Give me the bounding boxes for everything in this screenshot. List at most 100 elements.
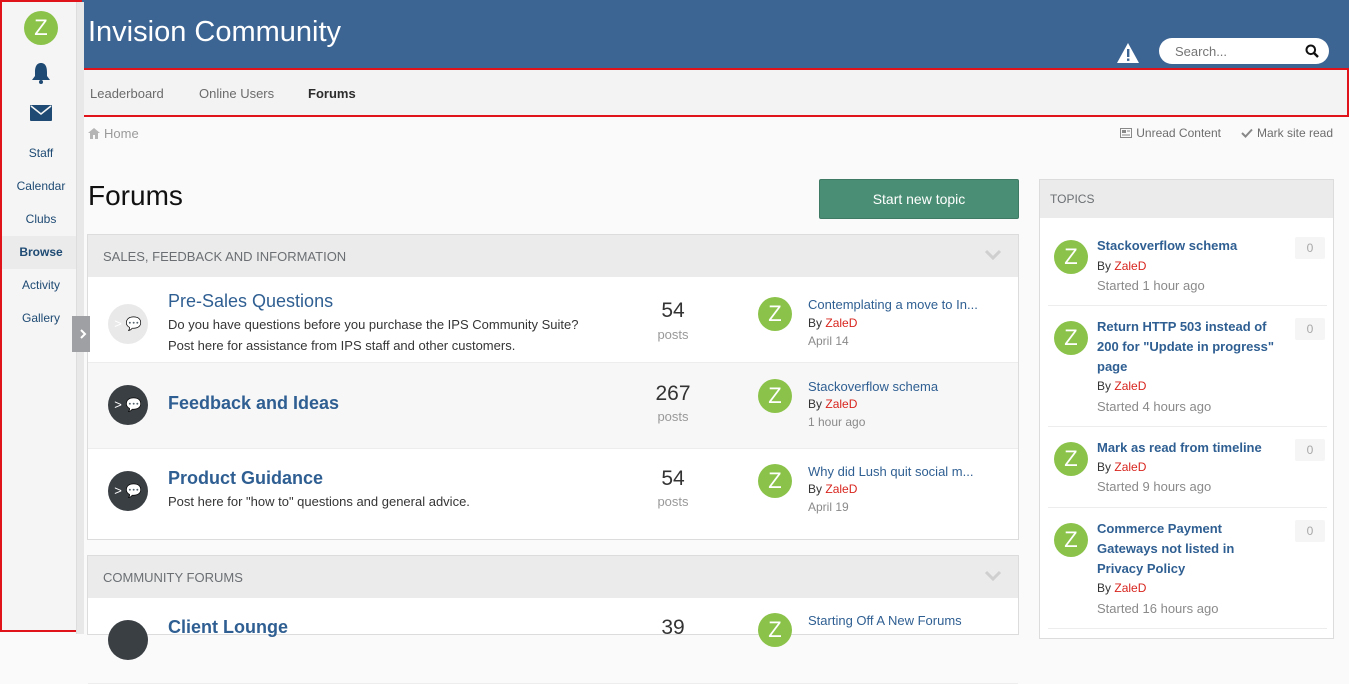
- last-post-date: 1 hour ago: [808, 415, 866, 429]
- last-post-title[interactable]: Stackoverflow schema: [808, 379, 983, 394]
- forum-description: Do you have questions before you purchas…: [168, 317, 579, 353]
- tab-forums[interactable]: Forums: [308, 86, 356, 101]
- tab-online-users[interactable]: Online Users: [199, 86, 274, 101]
- forum-category: SALES, FEEDBACK AND INFORMATION > 💬 Pre-…: [87, 234, 1019, 540]
- reply-count-badge: 0: [1295, 318, 1325, 340]
- topic-author-avatar[interactable]: Z: [1054, 240, 1088, 274]
- unread-content-link[interactable]: Unread Content: [1120, 126, 1221, 140]
- category-title[interactable]: SALES, FEEDBACK AND INFORMATION: [103, 249, 346, 264]
- start-new-topic-button[interactable]: Start new topic: [819, 179, 1019, 219]
- sidebar-toggle-handle[interactable]: [72, 316, 90, 352]
- last-poster-avatar[interactable]: Z: [758, 613, 792, 647]
- search-input[interactable]: [1175, 43, 1295, 59]
- last-post-title[interactable]: Contemplating a move to In...: [808, 297, 983, 312]
- last-poster-avatar[interactable]: Z: [758, 297, 792, 331]
- warning-icon[interactable]: [1116, 42, 1140, 64]
- last-post-title[interactable]: Starting Off A New Forums: [808, 613, 983, 628]
- topic-date: Started 16 hours ago: [1097, 601, 1219, 616]
- topic-author-avatar[interactable]: Z: [1054, 442, 1088, 476]
- last-post-author: By ZaleD: [808, 482, 858, 496]
- forum-unread-icon: [108, 620, 148, 660]
- chevron-down-icon[interactable]: [984, 569, 1002, 583]
- topic-item: Z Commerce Payment Gateways not listed i…: [1048, 508, 1327, 629]
- forum-title[interactable]: Client Lounge: [168, 617, 288, 638]
- author-link[interactable]: ZaleD: [1114, 581, 1146, 595]
- author-link[interactable]: ZaleD: [1114, 259, 1146, 273]
- author-link[interactable]: ZaleD: [1114, 460, 1146, 474]
- last-poster-avatar[interactable]: Z: [758, 464, 792, 498]
- topic-author: By ZaleD: [1097, 379, 1147, 393]
- topics-widget: TOPICS Z Stackoverflow schema By ZaleD S…: [1039, 179, 1334, 639]
- post-count: 267: [655, 382, 691, 405]
- forum-title[interactable]: Feedback and Ideas: [168, 393, 339, 414]
- mark-site-read-link[interactable]: Mark site read: [1241, 126, 1333, 140]
- topic-title[interactable]: Mark as read from timeline: [1097, 438, 1277, 458]
- envelope-icon[interactable]: [29, 101, 53, 125]
- topic-item: Z Mark as read from timeline By ZaleD St…: [1048, 427, 1327, 508]
- author-link[interactable]: ZaleD: [1114, 379, 1146, 393]
- chevron-down-icon[interactable]: [984, 248, 1002, 262]
- topic-date: Started 1 hour ago: [1097, 278, 1205, 293]
- sidebar-item-gallery[interactable]: Gallery: [2, 302, 80, 335]
- posts-label: posts: [657, 494, 689, 509]
- page-title: Forums: [88, 180, 183, 211]
- sidebar-item-browse[interactable]: Browse: [2, 236, 80, 269]
- left-sidebar: Z Staff Calendar Clubs Browse Activity G…: [0, 0, 84, 634]
- topic-date: Started 9 hours ago: [1097, 479, 1212, 494]
- topic-title[interactable]: Return HTTP 503 instead of 200 for "Upda…: [1097, 317, 1277, 377]
- author-link[interactable]: ZaleD: [825, 482, 857, 496]
- last-post-date: April 14: [808, 334, 849, 348]
- forum-description: Post here for "how to" questions and gen…: [168, 494, 470, 509]
- topics-widget-title: TOPICS: [1040, 180, 1333, 218]
- tab-leaderboard[interactable]: Leaderboard: [90, 86, 164, 101]
- forum-unread-icon: > 💬: [108, 385, 148, 425]
- topic-author: By ZaleD: [1097, 460, 1147, 474]
- last-post-title[interactable]: Why did Lush quit social m...: [808, 464, 983, 479]
- search-box[interactable]: [1159, 38, 1329, 64]
- sidebar-item-calendar[interactable]: Calendar: [2, 170, 80, 203]
- topic-date: Started 4 hours ago: [1097, 399, 1212, 414]
- posts-label: posts: [657, 409, 689, 424]
- author-link[interactable]: ZaleD: [825, 316, 857, 330]
- post-count: 54: [661, 467, 685, 490]
- category-header[interactable]: SALES, FEEDBACK AND INFORMATION: [88, 235, 1018, 277]
- post-count: 39: [661, 616, 685, 639]
- user-avatar[interactable]: Z: [24, 11, 58, 45]
- category-header[interactable]: COMMUNITY FORUMS: [88, 556, 1018, 598]
- reply-count-badge: 0: [1295, 237, 1325, 259]
- chevron-right-icon: [80, 329, 87, 339]
- forum-title[interactable]: Product Guidance: [168, 468, 323, 489]
- breadcrumb: Home: [88, 126, 139, 141]
- posts-label: posts: [657, 327, 689, 342]
- topic-item: Z Stackoverflow schema By ZaleD Started …: [1048, 230, 1327, 306]
- unread-content-label: Unread Content: [1136, 126, 1221, 140]
- search-icon[interactable]: [1305, 44, 1319, 58]
- site-header: Invision Community: [0, 0, 1349, 68]
- topic-author: By ZaleD: [1097, 581, 1147, 595]
- forum-category: COMMUNITY FORUMS Client Lounge 39 Z Star…: [87, 555, 1019, 684]
- breadcrumb-home[interactable]: Home: [104, 126, 139, 141]
- forum-row: Client Lounge 39 Z Starting Off A New Fo…: [88, 598, 1018, 684]
- last-post-date: April 19: [808, 500, 849, 514]
- last-post-author: By ZaleD: [808, 316, 858, 330]
- topic-title[interactable]: Commerce Payment Gateways not listed in …: [1097, 519, 1277, 579]
- bell-icon[interactable]: [29, 61, 53, 85]
- last-poster-avatar[interactable]: Z: [758, 379, 792, 413]
- sidebar-item-activity[interactable]: Activity: [2, 269, 80, 302]
- sidebar-item-staff[interactable]: Staff: [2, 137, 80, 170]
- site-title[interactable]: Invision Community: [88, 16, 341, 49]
- author-link[interactable]: ZaleD: [825, 397, 857, 411]
- sidebar-item-clubs[interactable]: Clubs: [2, 203, 80, 236]
- reply-count-badge: 0: [1295, 439, 1325, 461]
- category-title[interactable]: COMMUNITY FORUMS: [103, 570, 243, 585]
- reply-count-badge: 0: [1295, 520, 1325, 542]
- topic-author-avatar[interactable]: Z: [1054, 523, 1088, 557]
- topic-title[interactable]: Stackoverflow schema: [1097, 236, 1277, 256]
- topic-author-avatar[interactable]: Z: [1054, 321, 1088, 355]
- forum-row: > 💬 Feedback and Ideas 267 posts Z Stack…: [88, 363, 1018, 449]
- mark-site-read-label: Mark site read: [1256, 126, 1333, 140]
- top-actions: Unread Content Mark site read: [1120, 126, 1333, 140]
- forum-title[interactable]: Pre-Sales Questions: [168, 291, 333, 312]
- main-nav: Leaderboard Online Users Forums: [82, 68, 1349, 117]
- topic-author: By ZaleD: [1097, 259, 1147, 273]
